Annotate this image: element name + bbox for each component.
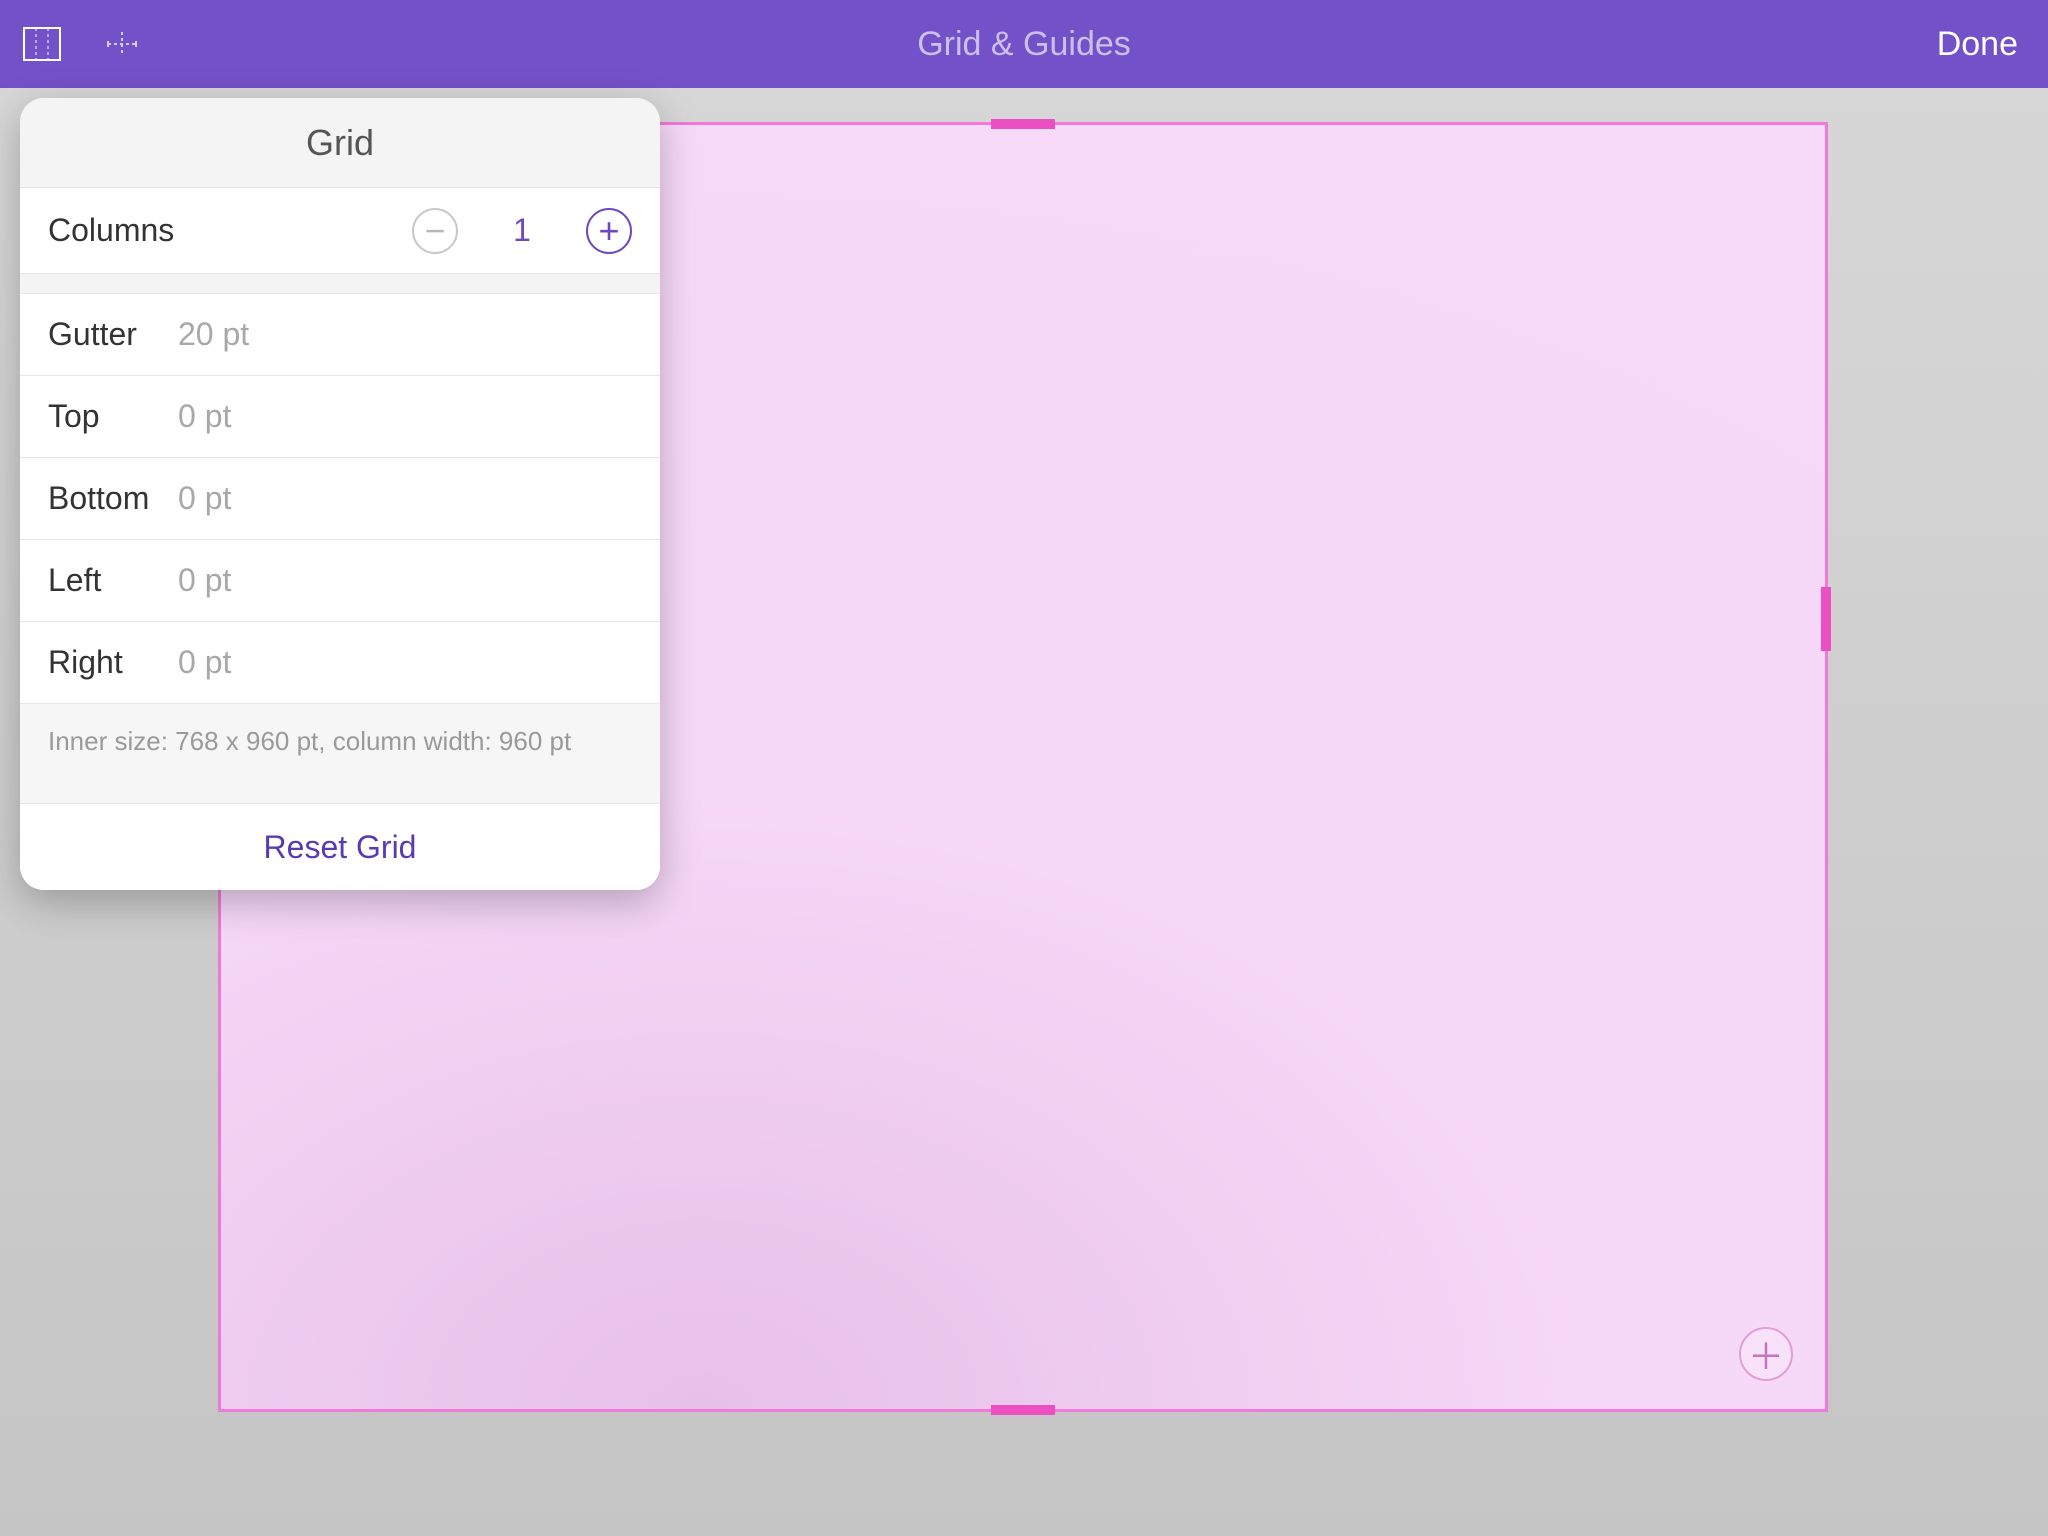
right-margin-handle[interactable] [1821, 587, 1831, 651]
left-row[interactable]: Left 0 pt [20, 540, 660, 622]
done-button[interactable]: Done [1937, 25, 2018, 64]
gutter-row[interactable]: Gutter 20 pt [20, 294, 660, 376]
bottom-margin-handle[interactable] [991, 1405, 1055, 1415]
plus-icon: ＋ [1748, 1328, 1784, 1380]
reset-grid-button[interactable]: Reset Grid [20, 804, 660, 890]
plus-icon: + [598, 213, 619, 249]
columns-decrement-button[interactable]: − [412, 208, 458, 254]
top-label: Top [48, 398, 178, 435]
gutter-value: 20 pt [178, 316, 249, 353]
top-margin-handle[interactable] [991, 119, 1055, 129]
left-label: Left [48, 562, 178, 599]
bottom-row[interactable]: Bottom 0 pt [20, 458, 660, 540]
top-value: 0 pt [178, 398, 231, 435]
bottom-label: Bottom [48, 480, 178, 517]
left-value: 0 pt [178, 562, 231, 599]
minus-icon: − [424, 213, 445, 249]
bottom-value: 0 pt [178, 480, 231, 517]
toolbar-left [20, 22, 144, 66]
toolbar: Grid & Guides Done [0, 0, 2048, 88]
right-value: 0 pt [178, 644, 231, 681]
columns-value: 1 [510, 212, 534, 249]
section-divider [20, 274, 660, 294]
guides-tool-icon[interactable] [100, 22, 144, 66]
grid-popover: Grid Columns − 1 + Gutter 20 pt Top 0 pt… [20, 98, 660, 890]
grid-tool-icon[interactable] [20, 22, 64, 66]
gutter-label: Gutter [48, 316, 178, 353]
grid-info-text: Inner size: 768 x 960 pt, column width: … [20, 704, 660, 804]
toolbar-title: Grid & Guides [917, 25, 1131, 64]
columns-stepper: − 1 + [412, 208, 632, 254]
popover-title: Grid [20, 98, 660, 188]
columns-increment-button[interactable]: + [586, 208, 632, 254]
right-label: Right [48, 644, 178, 681]
top-row[interactable]: Top 0 pt [20, 376, 660, 458]
columns-row: Columns − 1 + [20, 188, 660, 274]
columns-label: Columns [48, 212, 412, 249]
add-button[interactable]: ＋ [1739, 1327, 1793, 1381]
right-row[interactable]: Right 0 pt [20, 622, 660, 704]
